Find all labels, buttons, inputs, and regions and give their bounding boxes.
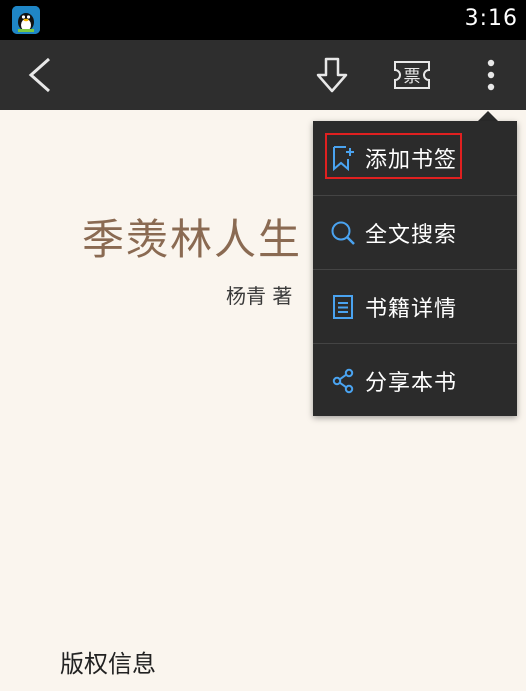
ticket-label: 票	[404, 67, 421, 87]
menu-item-book-details[interactable]: 书籍详情	[313, 269, 517, 343]
more-options-button[interactable]	[466, 40, 516, 110]
ticket-icon: 票	[394, 61, 430, 89]
qq-penguin-icon	[12, 6, 40, 34]
book-author: 杨青 著	[226, 284, 293, 308]
document-icon	[329, 293, 357, 321]
download-arrow-icon	[316, 57, 348, 93]
menu-item-share-book[interactable]: 分享本书	[313, 343, 517, 417]
menu-item-label: 分享本书	[365, 370, 458, 396]
back-button[interactable]	[12, 40, 68, 110]
menu-item-full-text-search[interactable]: 全文搜索	[313, 195, 517, 269]
highlight-box	[325, 133, 462, 179]
menu-pointer	[478, 111, 498, 121]
share-icon	[329, 367, 357, 395]
ticket-button[interactable]: 票	[382, 40, 442, 110]
status-time: 3:16	[464, 6, 518, 31]
menu-item-label: 全文搜索	[365, 222, 458, 248]
top-toolbar: 票	[0, 40, 526, 110]
more-vertical-icon	[487, 59, 495, 91]
chevron-left-icon	[28, 57, 50, 93]
book-title: 季羡林人生	[82, 215, 303, 264]
menu-item-label: 书籍详情	[365, 296, 458, 322]
search-icon	[329, 219, 357, 247]
download-button[interactable]	[304, 40, 360, 110]
copyright-info-label[interactable]: 版权信息	[60, 644, 156, 679]
status-bar: 3:16	[0, 0, 526, 40]
